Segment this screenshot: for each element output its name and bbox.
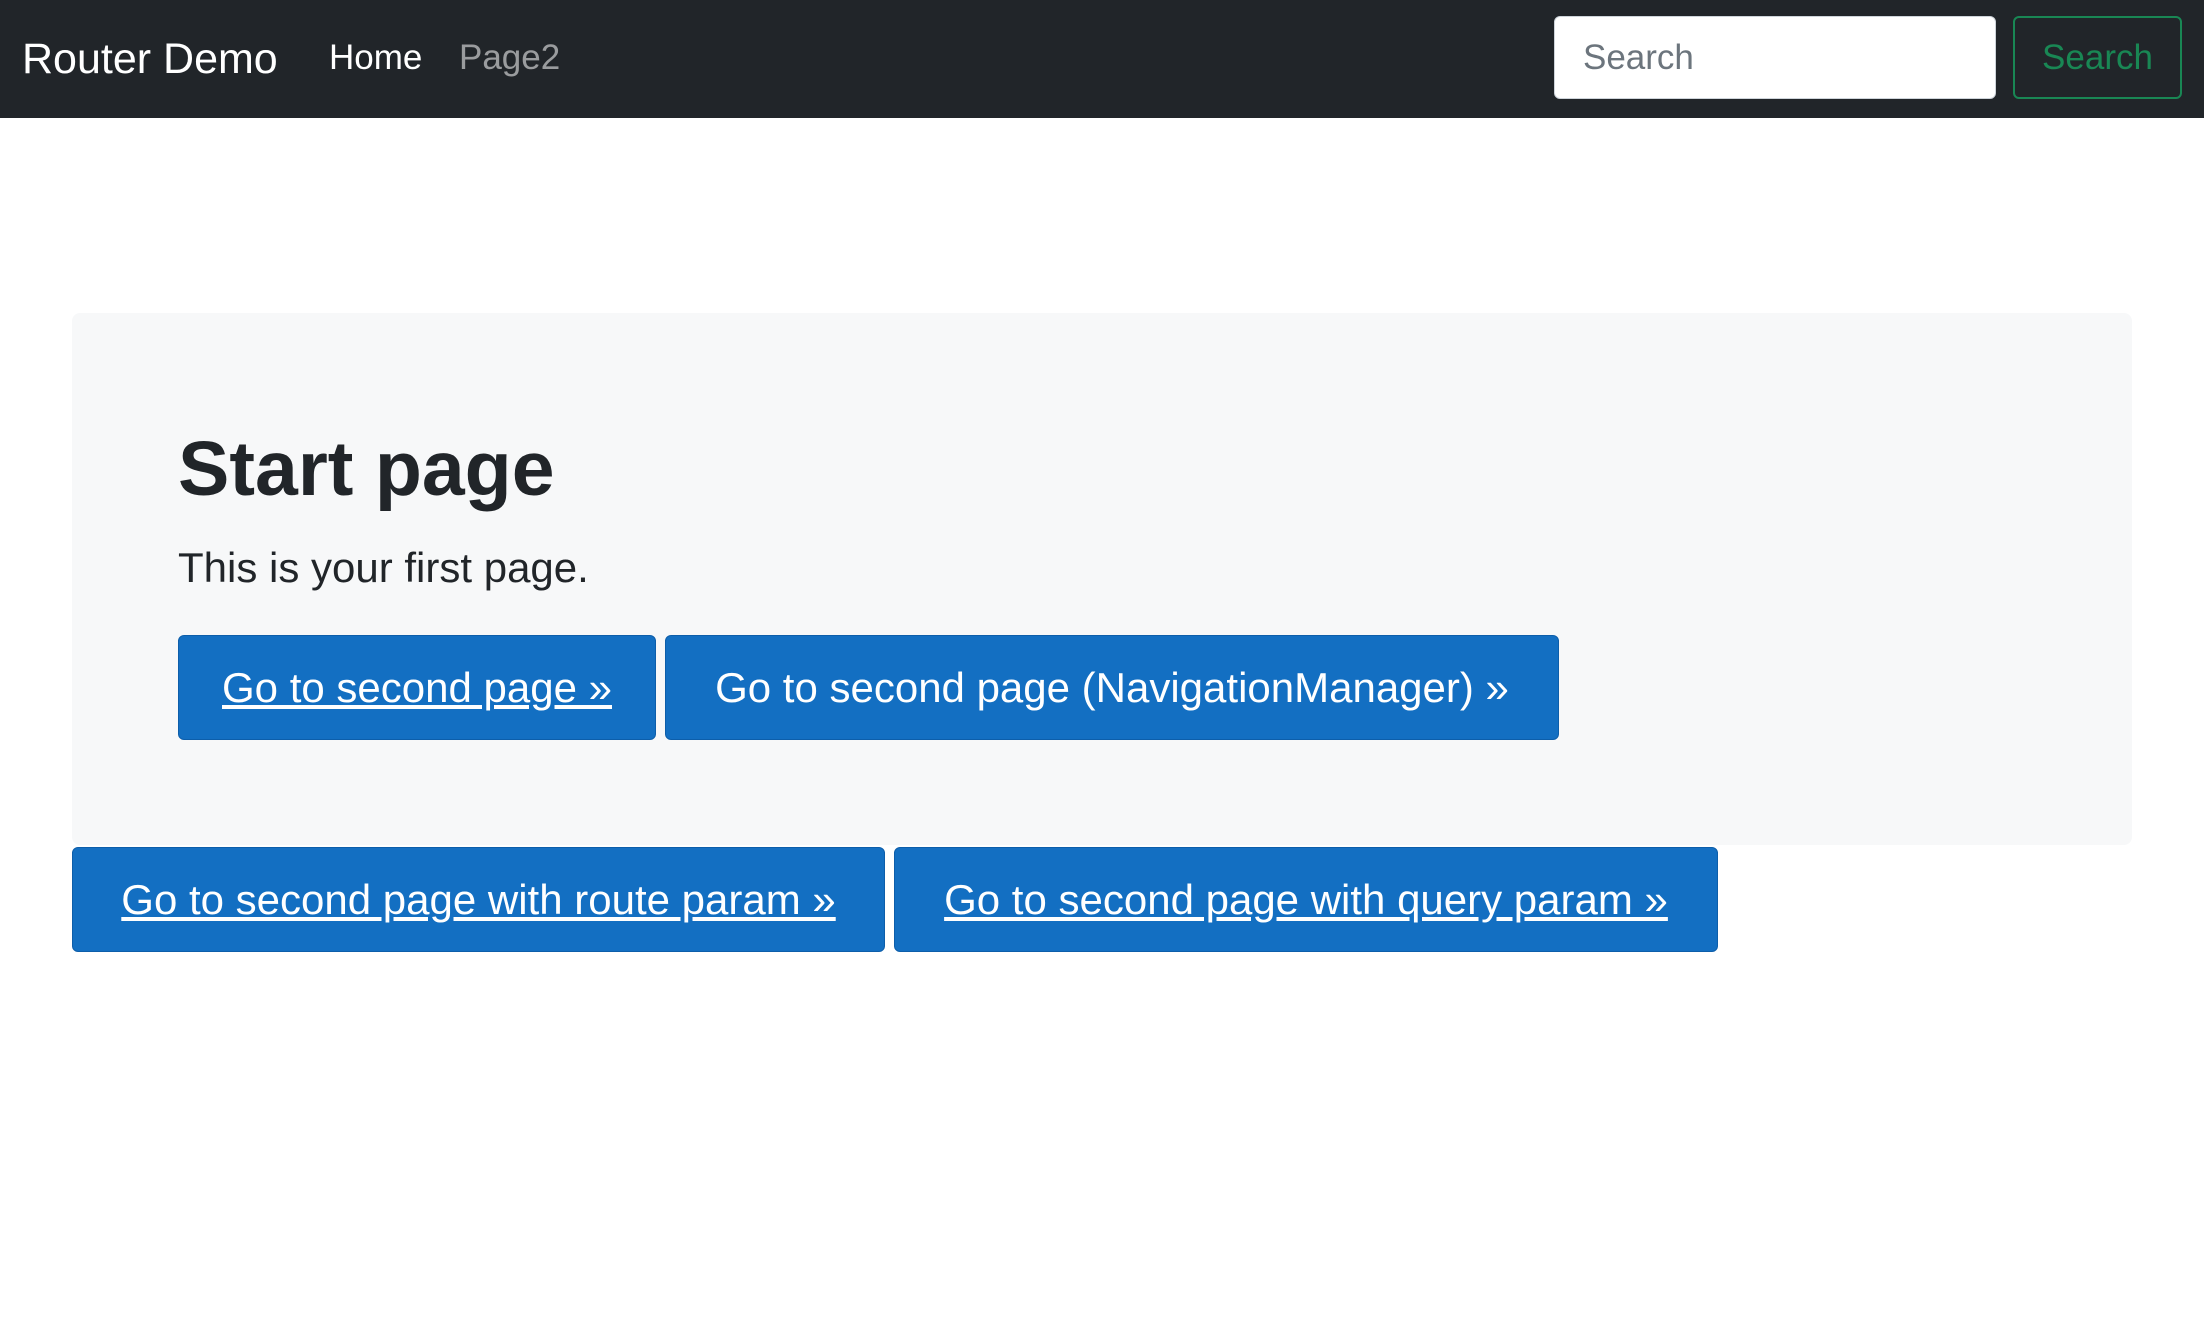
go-second-page-navigation-manager-button[interactable]: Go to second page (NavigationManager) » bbox=[665, 635, 1559, 740]
nav-link-home[interactable]: Home bbox=[329, 35, 422, 81]
nav-link-page2[interactable]: Page2 bbox=[459, 35, 560, 81]
page-title: Start page bbox=[178, 426, 555, 512]
hero-panel: Start page This is your first page. Go t… bbox=[72, 313, 2132, 845]
page-lead-text: This is your first page. bbox=[178, 544, 589, 591]
go-second-page-query-param-button[interactable]: Go to second page with query param » bbox=[894, 847, 1718, 952]
brand-link[interactable]: Router Demo bbox=[22, 31, 278, 87]
go-second-page-button[interactable]: Go to second page » bbox=[178, 635, 656, 740]
go-second-page-route-param-button[interactable]: Go to second page with route param » bbox=[72, 847, 885, 952]
top-navbar: Router Demo Home Page2 Search bbox=[0, 0, 2204, 118]
search-input[interactable] bbox=[1554, 16, 1996, 99]
search-button[interactable]: Search bbox=[2013, 16, 2182, 99]
